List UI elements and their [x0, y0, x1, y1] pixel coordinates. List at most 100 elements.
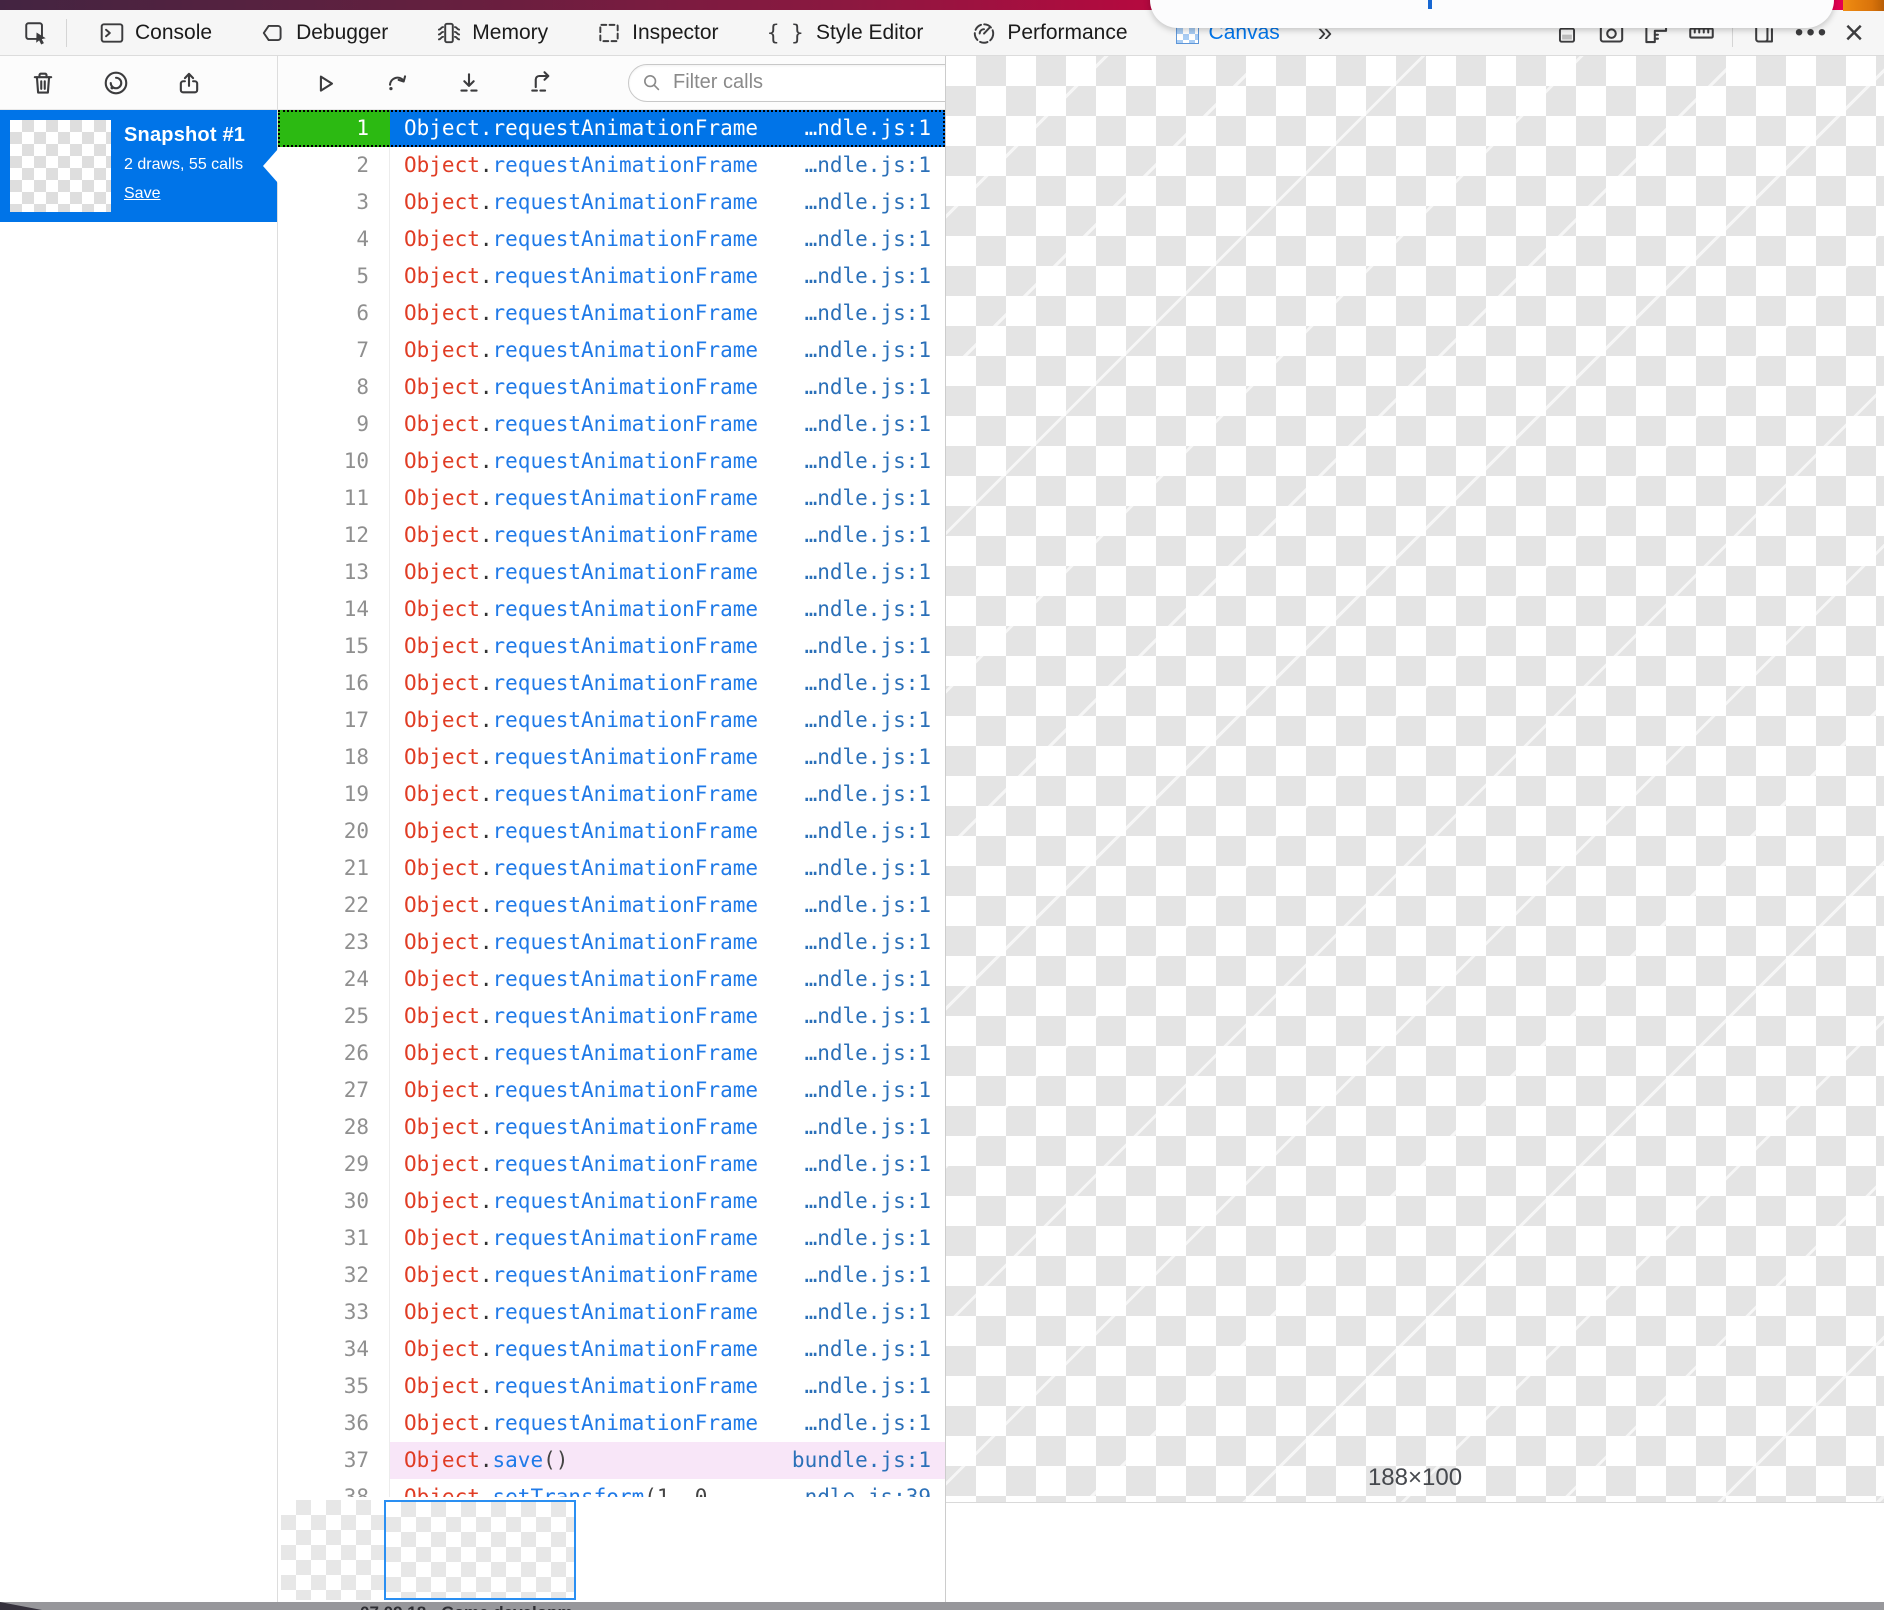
call-row[interactable]: 25Object.requestAnimationFrame…ndle.js:1 [278, 998, 945, 1035]
call-code: Object.requestAnimationFrame [390, 924, 758, 961]
call-row[interactable]: 38Object.setTransform(1, 0,ndle.js:39 [278, 1479, 945, 1497]
call-location: …ndle.js:1 [805, 1183, 945, 1220]
call-row[interactable]: 27Object.requestAnimationFrame…ndle.js:1 [278, 1072, 945, 1109]
call-line-number: 18 [278, 739, 390, 776]
call-line-number: 19 [278, 776, 390, 813]
filter-calls-input[interactable] [628, 64, 946, 102]
call-row[interactable]: 9Object.requestAnimationFrame…ndle.js:1 [278, 406, 945, 443]
snapshot-list-item[interactable]: Snapshot #1 2 draws, 55 calls Save [0, 110, 277, 222]
call-line-number: 13 [278, 554, 390, 591]
call-code: Object.requestAnimationFrame [390, 1331, 758, 1368]
call-location: …ndle.js:1 [805, 1035, 945, 1072]
call-location: …ndle.js:1 [805, 776, 945, 813]
call-row[interactable]: 15Object.requestAnimationFrame…ndle.js:1 [278, 628, 945, 665]
call-row[interactable]: 4Object.requestAnimationFrame…ndle.js:1 [278, 221, 945, 258]
call-code: Object.requestAnimationFrame [390, 702, 758, 739]
resume-button[interactable] [302, 63, 348, 103]
filmstrip-thumbnail-selected[interactable] [384, 1500, 576, 1600]
call-code: Object.requestAnimationFrame [390, 628, 758, 665]
call-row[interactable]: 11Object.requestAnimationFrame…ndle.js:1 [278, 480, 945, 517]
tab-debugger[interactable]: Debugger [236, 10, 412, 56]
call-code: Object.requestAnimationFrame [390, 295, 758, 332]
step-in-button[interactable] [446, 63, 492, 103]
tab-memory[interactable]: Memory [412, 10, 572, 56]
record-snapshot-button[interactable] [93, 63, 139, 103]
call-row[interactable]: 19Object.requestAnimationFrame…ndle.js:1 [278, 776, 945, 813]
snapshot-meta: 2 draws, 55 calls [124, 156, 245, 174]
call-row[interactable]: 29Object.requestAnimationFrame…ndle.js:1 [278, 1146, 945, 1183]
call-line-number: 23 [278, 924, 390, 961]
call-row[interactable]: 34Object.requestAnimationFrame…ndle.js:1 [278, 1331, 945, 1368]
call-row[interactable]: 16Object.requestAnimationFrame…ndle.js:1 [278, 665, 945, 702]
pick-element-button[interactable] [14, 13, 58, 53]
call-line-number: 26 [278, 1035, 390, 1072]
call-row[interactable]: 3Object.requestAnimationFrame…ndle.js:1 [278, 184, 945, 221]
import-snapshot-button[interactable] [166, 63, 212, 103]
call-row[interactable]: 1Object.requestAnimationFrame…ndle.js:1 [278, 110, 945, 147]
call-line-number: 37 [278, 1442, 390, 1479]
call-line-number: 24 [278, 961, 390, 998]
call-row[interactable]: 18Object.requestAnimationFrame…ndle.js:1 [278, 739, 945, 776]
call-line-number: 29 [278, 1146, 390, 1183]
canvas-dimensions-label: 188×100 [1368, 1464, 1462, 1492]
call-code: Object.requestAnimationFrame [390, 1368, 758, 1405]
call-code: Object.requestAnimationFrame [390, 591, 758, 628]
call-row[interactable]: 24Object.requestAnimationFrame…ndle.js:1 [278, 961, 945, 998]
call-line-number: 36 [278, 1405, 390, 1442]
call-row[interactable]: 35Object.requestAnimationFrame…ndle.js:1 [278, 1368, 945, 1405]
call-location: …ndle.js:1 [805, 332, 945, 369]
clear-snapshots-button[interactable] [20, 63, 66, 103]
call-row[interactable]: 8Object.requestAnimationFrame…ndle.js:1 [278, 369, 945, 406]
call-row[interactable]: 13Object.requestAnimationFrame…ndle.js:1 [278, 554, 945, 591]
tab-console[interactable]: Console [75, 10, 236, 56]
call-row[interactable]: 20Object.requestAnimationFrame…ndle.js:1 [278, 813, 945, 850]
call-location: …ndle.js:1 [805, 1405, 945, 1442]
call-row[interactable]: 31Object.requestAnimationFrame…ndle.js:1 [278, 1220, 945, 1257]
snapshot-save-link[interactable]: Save [124, 185, 160, 203]
call-code: Object.requestAnimationFrame [390, 1220, 758, 1257]
performance-icon [971, 20, 997, 46]
tab-label: Memory [472, 21, 548, 45]
call-row[interactable]: 37Object.save()bundle.js:1 [278, 1442, 945, 1479]
call-location: …ndle.js:1 [805, 702, 945, 739]
call-row[interactable]: 14Object.requestAnimationFrame…ndle.js:1 [278, 591, 945, 628]
call-row[interactable]: 22Object.requestAnimationFrame…ndle.js:1 [278, 887, 945, 924]
call-row[interactable]: 30Object.requestAnimationFrame…ndle.js:1 [278, 1183, 945, 1220]
call-row[interactable]: 32Object.requestAnimationFrame…ndle.js:1 [278, 1257, 945, 1294]
call-row[interactable]: 7Object.requestAnimationFrame…ndle.js:1 [278, 332, 945, 369]
call-location: …ndle.js:1 [805, 554, 945, 591]
call-code: Object.requestAnimationFrame [390, 850, 758, 887]
step-in-icon [455, 69, 483, 97]
call-row[interactable]: 10Object.requestAnimationFrame…ndle.js:1 [278, 443, 945, 480]
call-row[interactable]: 28Object.requestAnimationFrame…ndle.js:1 [278, 1109, 945, 1146]
tab-inspector[interactable]: Inspector [572, 10, 742, 56]
call-line-number: 22 [278, 887, 390, 924]
call-row[interactable]: 5Object.requestAnimationFrame…ndle.js:1 [278, 258, 945, 295]
call-row[interactable]: 17Object.requestAnimationFrame…ndle.js:1 [278, 702, 945, 739]
close-devtools-button[interactable]: × [1838, 16, 1870, 50]
step-out-button[interactable] [518, 63, 564, 103]
tab-performance[interactable]: Performance [947, 10, 1151, 56]
step-out-icon [527, 69, 555, 97]
call-row[interactable]: 21Object.requestAnimationFrame…ndle.js:1 [278, 850, 945, 887]
call-row[interactable]: 23Object.requestAnimationFrame…ndle.js:1 [278, 924, 945, 961]
call-line-number: 25 [278, 998, 390, 1035]
call-row[interactable]: 2Object.requestAnimationFrame…ndle.js:1 [278, 147, 945, 184]
canvas-preview-pane: 188×100 [946, 56, 1884, 1602]
call-location: ndle.js:39 [805, 1479, 945, 1497]
step-over-button[interactable] [374, 63, 420, 103]
call-location: …ndle.js:1 [805, 443, 945, 480]
call-line-number: 6 [278, 295, 390, 332]
call-row[interactable]: 26Object.requestAnimationFrame…ndle.js:1 [278, 1035, 945, 1072]
call-row[interactable]: 12Object.requestAnimationFrame…ndle.js:1 [278, 517, 945, 554]
call-row[interactable]: 6Object.requestAnimationFrame…ndle.js:1 [278, 295, 945, 332]
pick-element-icon [23, 20, 49, 46]
call-location: …ndle.js:1 [805, 1146, 945, 1183]
tab-style-editor[interactable]: { } Style Editor [743, 10, 948, 56]
debugger-icon [260, 20, 286, 46]
call-row[interactable]: 36Object.requestAnimationFrame…ndle.js:1 [278, 1405, 945, 1442]
call-code: Object.requestAnimationFrame [390, 147, 758, 184]
tab-label: Debugger [296, 21, 388, 45]
call-row[interactable]: 33Object.requestAnimationFrame…ndle.js:1 [278, 1294, 945, 1331]
filmstrip-thumbnail[interactable] [281, 1500, 384, 1600]
